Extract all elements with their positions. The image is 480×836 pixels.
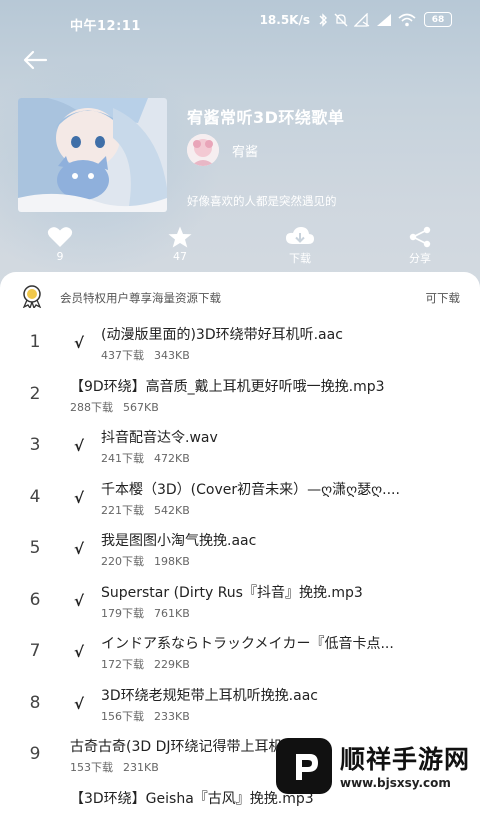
song-meta: 437下载 343KB <box>101 347 190 363</box>
song-title: 【9D环绕】高音质_戴上耳机更好听哦一挽挽.mp3 <box>70 378 385 395</box>
download-label: 下载 <box>289 252 311 265</box>
vip-medal-icon <box>22 285 42 308</box>
signal-icon <box>377 13 391 26</box>
favorite-button[interactable]: 47 <box>140 224 220 270</box>
author-name[interactable]: 宥酱 <box>232 141 258 160</box>
signal-no-sim-icon <box>354 12 370 27</box>
author-avatar[interactable] <box>187 134 219 166</box>
song-title: 古奇古奇(3D DJ环绕记得带上耳机听) <box>70 739 302 755</box>
song-title: (动漫版里面的)3D环绕带好耳机听.aac <box>101 327 343 343</box>
song-meta: 156下载 233KB <box>101 708 190 724</box>
favorite-count: 47 <box>173 250 187 263</box>
song-row[interactable]: 4 √ 千本樱（3D）(Cover初音未来）—ღ潇ღ瑟ღ.... 221下载 542KB <box>0 475 480 527</box>
song-title: 千本樱（3D）(Cover初音未来）—ღ潇ღ瑟ღ.... <box>101 481 400 498</box>
watermark-title: 顺祥手游网 <box>340 745 471 774</box>
song-row[interactable]: 8 √ 3D环绕老规矩带上耳机听挽挽.aac 156下载 233KB <box>0 681 480 733</box>
vip-banner-text: 会员特权用户尊享海量资源下载 <box>60 291 221 305</box>
song-download-count: 156下载 <box>101 709 144 723</box>
song-download-count: 221下载 <box>101 503 144 517</box>
bluetooth-icon <box>319 12 327 27</box>
share-icon <box>409 226 431 248</box>
song-index: 3 <box>29 435 41 455</box>
song-download-count: 288下载 <box>70 400 113 414</box>
song-meta: 241下载 472KB <box>101 450 190 466</box>
watermark: 顺祥手游网 www.bjsxsy.com <box>276 730 480 800</box>
song-title: 3D环绕老规矩带上耳机听挽挽.aac <box>101 687 318 704</box>
vip-banner[interactable]: 会员特权用户尊享海量资源下载 可下载 <box>0 272 480 320</box>
song-title: 抖音配音达令.wav <box>101 430 218 446</box>
watermark-logo-icon <box>276 738 332 794</box>
song-index: 8 <box>29 692 41 713</box>
song-file-size: 233KB <box>154 709 190 723</box>
download-button[interactable]: 下载 <box>260 224 340 270</box>
song-row[interactable]: 7 √ インドア系ならトラックメイカー『低音卡点... 172下载 229KB <box>0 629 480 681</box>
downloaded-check-icon: √ <box>74 694 85 713</box>
share-label: 分享 <box>409 252 431 265</box>
back-arrow-icon[interactable] <box>22 48 50 72</box>
playlist-header: 中午12:11 18.5K/s 68 宥酱常听3D环绕歌单 宥酱 好像喜欢的人都… <box>0 0 480 290</box>
song-title: 我是图图小淘气挽挽.aac <box>101 533 257 549</box>
song-meta: 288下载 567KB <box>70 399 159 415</box>
watermark-url: www.bjsxsy.com <box>340 776 451 790</box>
song-download-count: 220下载 <box>101 555 144 568</box>
song-file-size: 229KB <box>154 658 190 671</box>
song-file-size: 231KB <box>123 761 159 774</box>
song-title: インドア系ならトラックメイカー『低音卡点... <box>101 636 394 652</box>
song-index: 4 <box>29 486 41 507</box>
downloaded-check-icon: √ <box>74 437 85 455</box>
downloaded-check-icon: √ <box>74 591 85 610</box>
song-file-size: 343KB <box>154 349 190 362</box>
song-row[interactable]: 3 √ 抖音配音达令.wav 241下载 472KB <box>0 423 480 475</box>
song-title: Superstar (Dirty Rus『抖音』挽挽.mp3 <box>101 584 363 601</box>
downloaded-check-icon: √ <box>74 540 85 558</box>
song-meta: 221下载 542KB <box>101 502 190 518</box>
song-row[interactable]: 2 【9D环绕】高音质_戴上耳机更好听哦一挽挽.mp3 288下载 567KB <box>0 372 480 424</box>
song-index: 7 <box>29 641 41 661</box>
song-row[interactable]: 6 √ Superstar (Dirty Rus『抖音』挽挽.mp3 179下载 761… <box>0 578 480 630</box>
song-index: 9 <box>29 744 41 764</box>
song-row[interactable]: 1 √ (动漫版里面的)3D环绕带好耳机听.aac 437下载 343KB <box>0 320 480 372</box>
status-icons: 18.5K/s 68 <box>260 12 452 27</box>
playlist-title: 宥酱常听3D环绕歌单 <box>187 108 345 127</box>
mute-icon <box>334 13 348 26</box>
like-button[interactable]: 9 <box>20 224 100 270</box>
song-download-count: 153下载 <box>70 761 113 774</box>
downloaded-check-icon: √ <box>74 488 85 507</box>
song-meta: 172下载 229KB <box>101 656 190 672</box>
song-meta: 179下载 761KB <box>101 605 190 621</box>
song-file-size: 761KB <box>154 606 190 620</box>
star-icon <box>168 226 192 248</box>
song-index: 6 <box>29 589 41 610</box>
song-list-panel: 会员特权用户尊享海量资源下载 可下载 1 √ (动漫版里面的)3D环绕带好耳机听.a… <box>0 272 480 807</box>
song-row[interactable]: 5 √ 我是图图小淘气挽挽.aac 220下载 198KB <box>0 526 480 578</box>
playlist-cover-image <box>18 98 167 212</box>
song-file-size: 542KB <box>154 503 190 517</box>
vip-download-link[interactable]: 可下载 <box>426 290 461 306</box>
wifi-icon <box>398 13 416 26</box>
song-download-count: 437下载 <box>101 349 144 362</box>
song-meta: 153下载 231KB <box>70 759 159 775</box>
downloaded-check-icon: √ <box>74 334 85 352</box>
playlist-description: 好像喜欢的人都是突然遇见的 <box>187 194 337 208</box>
song-index: 5 <box>29 538 41 558</box>
song-download-count: 172下载 <box>101 658 144 671</box>
song-index: 2 <box>29 383 41 404</box>
share-button[interactable]: 分享 <box>380 224 460 270</box>
song-index: 1 <box>29 332 41 352</box>
like-count: 9 <box>56 250 64 263</box>
song-file-size: 567KB <box>123 400 159 414</box>
download-icon <box>286 227 314 244</box>
heart-icon <box>47 227 73 247</box>
downloaded-check-icon: √ <box>74 643 85 661</box>
status-bar: 中午12:11 18.5K/s 68 <box>0 0 480 44</box>
network-speed: 18.5K/s <box>259 12 310 27</box>
action-bar: 9 47 下载 分享 <box>0 224 480 270</box>
song-download-count: 241下载 <box>101 452 144 465</box>
song-meta: 220下载 198KB <box>101 553 190 569</box>
status-time: 中午12:11 <box>70 19 141 34</box>
battery-icon: 68 <box>424 12 452 27</box>
song-download-count: 179下载 <box>101 606 144 620</box>
song-file-size: 472KB <box>154 452 190 465</box>
song-file-size: 198KB <box>154 555 190 568</box>
